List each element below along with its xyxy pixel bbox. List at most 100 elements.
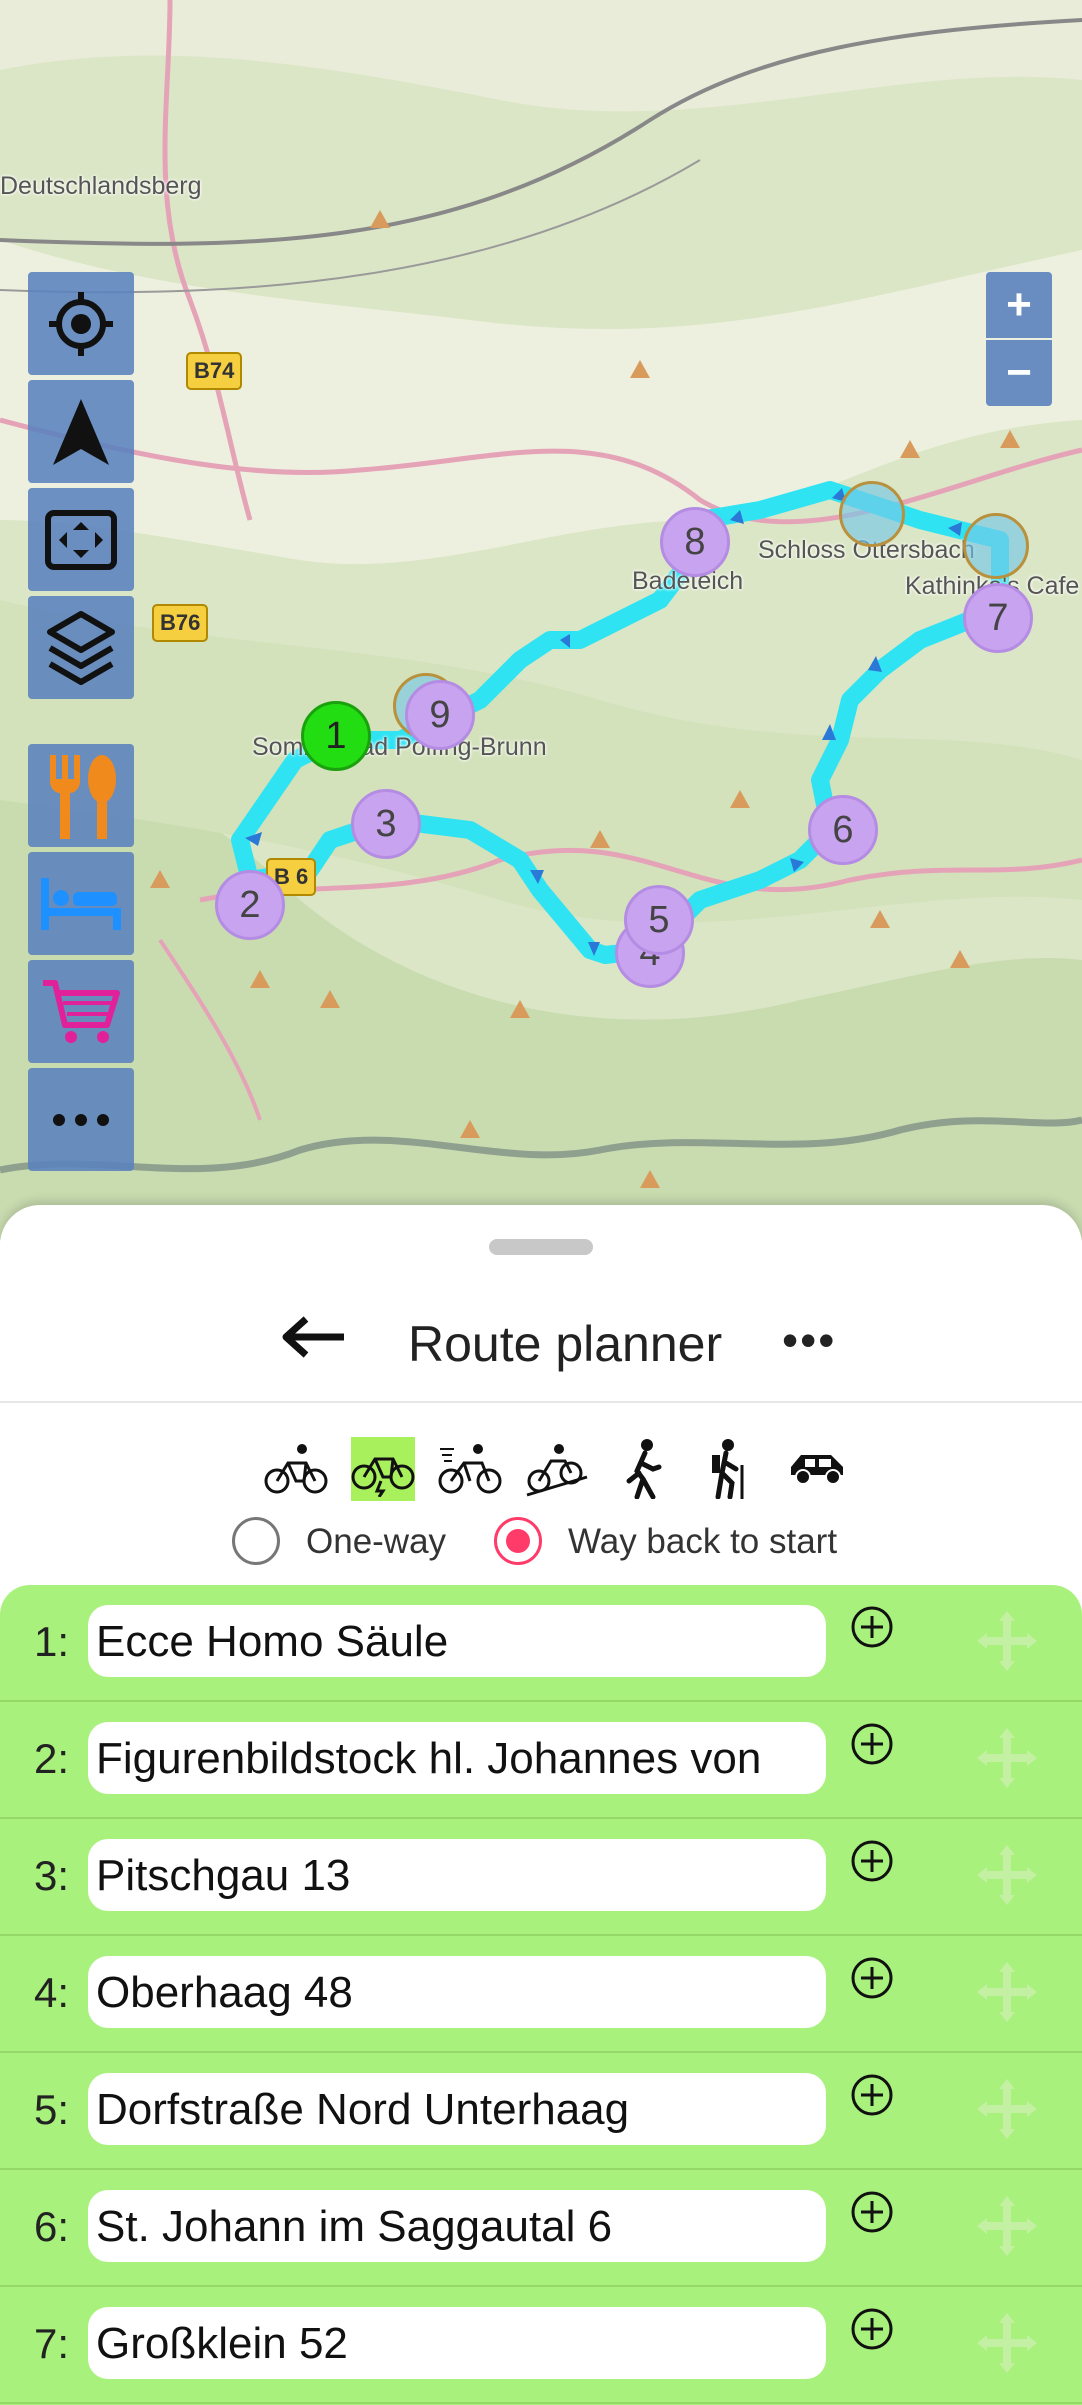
route-marker-2[interactable]: 2 [215, 870, 285, 940]
sheet-drag-handle[interactable] [489, 1239, 593, 1255]
waypoint-input[interactable]: Dorfstraße Nord Unterhaag [88, 2073, 826, 2145]
waypoint-list: 1: Ecce Homo Säule 2: Figurenbildstock hl. … [0, 1585, 1082, 2405]
road-shield-b74: B74 [186, 352, 243, 390]
shopping-filter-button[interactable] [28, 960, 134, 1063]
locate-icon [49, 291, 113, 356]
waypoint-name: Figurenbildstock hl. Johannes von [96, 1734, 762, 1783]
walk-icon [626, 1439, 662, 1499]
food-icon [50, 754, 116, 839]
divider [0, 1401, 1082, 1403]
map-view[interactable]: Deutschlandsberg Schloss Ottersbach Kath… [0, 0, 1082, 1240]
road-bike-icon [438, 1444, 502, 1494]
add-waypoint-icon[interactable] [850, 2307, 894, 2351]
add-waypoint-icon[interactable] [850, 1722, 894, 1766]
route-marker-6[interactable]: 6 [808, 795, 878, 865]
radio-button-on[interactable] [494, 1517, 542, 1565]
mode-walk[interactable] [612, 1437, 676, 1501]
waypoint-row: 6: St. Johann im Saggautal 6 [0, 2170, 1082, 2287]
waypoint-name: Pitschgau 13 [96, 1851, 351, 1900]
route-marker-5[interactable]: 5 [624, 885, 694, 955]
poi-circle[interactable] [839, 481, 905, 547]
add-waypoint-icon[interactable] [850, 1956, 894, 2000]
waypoint-name: Dorfstraße Nord Unterhaag [96, 2085, 630, 2134]
more-icon [53, 1113, 109, 1126]
navigate-arrow-icon [53, 398, 109, 465]
drag-handle-icon[interactable] [975, 2311, 1039, 2375]
drag-handle-icon[interactable] [975, 1843, 1039, 1907]
bike-icon [264, 1444, 328, 1494]
add-waypoint-icon[interactable] [850, 2073, 894, 2117]
drag-handle-icon[interactable] [975, 1726, 1039, 1790]
waypoint-number: 5: [34, 2086, 70, 2133]
radio-button-off[interactable] [232, 1517, 280, 1565]
radio-label-one-way: One-way [306, 1522, 447, 1561]
zoom-out-button[interactable]: − [986, 340, 1052, 406]
fit-bounds-button[interactable] [28, 488, 134, 591]
mode-road-bike[interactable] [438, 1437, 502, 1501]
drag-handle-icon[interactable] [975, 1609, 1039, 1673]
map-label-deutschlandsberg: Deutschlandsberg [0, 172, 202, 200]
waypoint-number: 6: [34, 2203, 70, 2250]
waypoint-name: Großklein 52 [96, 2319, 348, 2368]
waypoint-number: 7: [34, 2320, 70, 2367]
sheet-header: Route planner ••• [0, 1305, 1082, 1385]
layers-icon [47, 610, 115, 685]
waypoint-input[interactable]: St. Johann im Saggautal 6 [88, 2190, 826, 2262]
restaurant-filter-button[interactable] [28, 744, 134, 847]
fit-bounds-icon [45, 509, 117, 570]
route-marker-7[interactable]: 7 [963, 583, 1033, 653]
bed-icon [41, 877, 121, 930]
radio-label-way-back: Way back to start [568, 1522, 838, 1561]
mode-car[interactable] [786, 1437, 850, 1501]
waypoint-number: 3: [34, 1852, 70, 1899]
zoom-in-button[interactable]: + [986, 272, 1052, 338]
waypoint-number: 1: [34, 1618, 70, 1665]
route-marker-3[interactable]: 3 [351, 789, 421, 859]
mode-bike[interactable] [264, 1437, 328, 1501]
more-options-button[interactable]: ••• [782, 1317, 836, 1363]
route-marker-8[interactable]: 8 [660, 507, 730, 577]
shopping-cart-icon [43, 979, 120, 1043]
mode-ebike[interactable] [351, 1437, 415, 1501]
page-title: Route planner [408, 1316, 723, 1372]
waypoint-input[interactable]: Pitschgau 13 [88, 1839, 826, 1911]
back-button[interactable] [280, 1315, 346, 1359]
navigate-button[interactable] [28, 380, 134, 483]
accommodation-filter-button[interactable] [28, 852, 134, 955]
waypoint-number: 4: [34, 1969, 70, 2016]
car-icon [791, 1455, 843, 1485]
drag-handle-icon[interactable] [975, 2194, 1039, 2258]
map-label-sommerbad: Sommerbad Polfing-Brunn [252, 733, 547, 761]
mode-hike[interactable] [699, 1437, 763, 1501]
waypoint-input[interactable]: Ecce Homo Säule [88, 1605, 826, 1677]
waypoint-input[interactable]: Großklein 52 [88, 2307, 826, 2379]
layers-button[interactable] [28, 596, 134, 699]
more-filters-button[interactable] [28, 1068, 134, 1171]
hike-icon [712, 1439, 744, 1499]
add-waypoint-icon[interactable] [850, 1605, 894, 1649]
drag-handle-icon[interactable] [975, 1960, 1039, 2024]
route-planner-sheet: Route planner ••• One-way Way back to st… [0, 1205, 1082, 2405]
waypoint-name: St. Johann im Saggautal 6 [96, 2202, 613, 2251]
waypoint-row: 7: Großklein 52 [0, 2287, 1082, 2404]
waypoint-name: Oberhaag 48 [96, 1968, 353, 2017]
waypoint-row: 3: Pitschgau 13 [0, 1819, 1082, 1936]
locate-button[interactable] [28, 272, 134, 375]
mtb-icon [526, 1444, 588, 1497]
waypoint-row: 1: Ecce Homo Säule [0, 1585, 1082, 1702]
drag-handle-icon[interactable] [975, 2077, 1039, 2141]
poi-circle[interactable] [963, 513, 1029, 579]
waypoint-number: 2: [34, 1735, 70, 1782]
waypoint-row: 2: Figurenbildstock hl. Johannes von [0, 1702, 1082, 1819]
waypoint-input[interactable]: Figurenbildstock hl. Johannes von [88, 1722, 826, 1794]
waypoint-row: 5: Dorfstraße Nord Unterhaag [0, 2053, 1082, 2170]
waypoint-row: 4: Oberhaag 48 [0, 1936, 1082, 2053]
route-marker-9[interactable]: 9 [405, 680, 475, 750]
mode-mtb[interactable] [525, 1437, 589, 1501]
waypoint-input[interactable]: Oberhaag 48 [88, 1956, 826, 2028]
add-waypoint-icon[interactable] [850, 2190, 894, 2234]
route-marker-1[interactable]: 1 [301, 701, 371, 771]
ebike-icon [351, 1457, 415, 1497]
add-waypoint-icon[interactable] [850, 1839, 894, 1883]
road-shield-b76: B76 [152, 604, 209, 642]
